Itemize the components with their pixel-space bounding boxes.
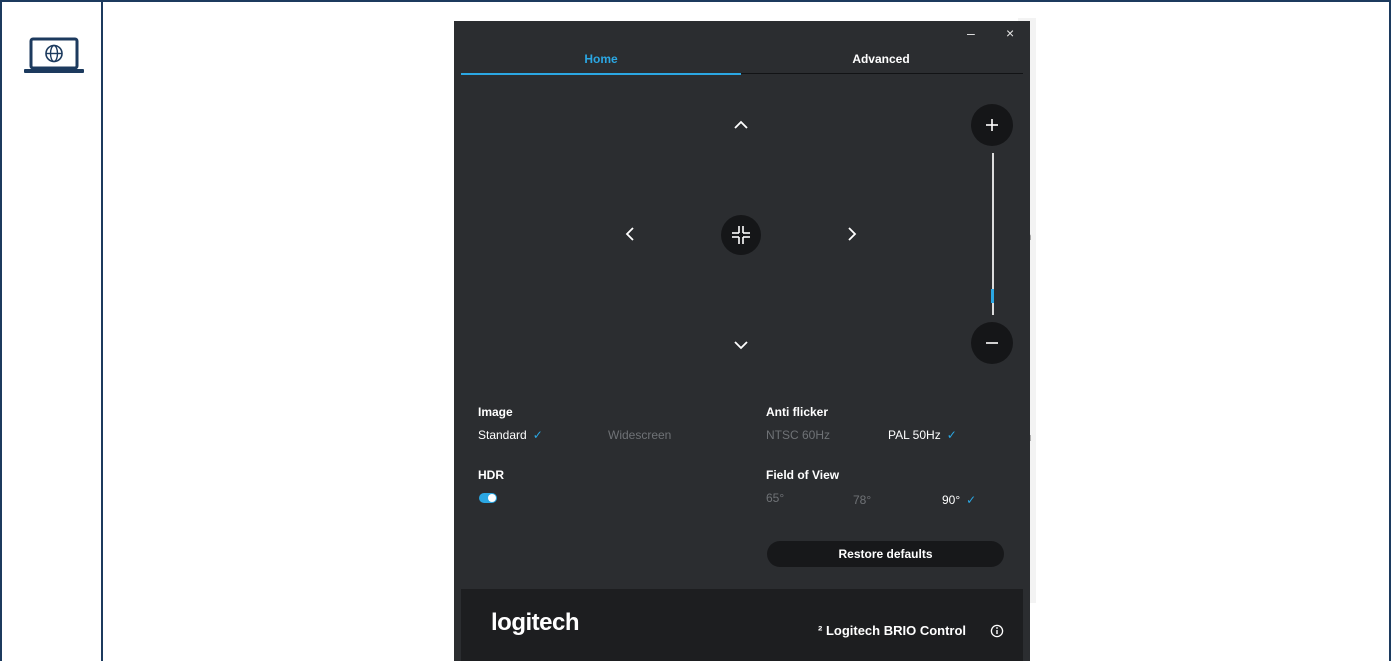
image-option-widescreen[interactable]: Widescreen xyxy=(608,428,671,442)
check-icon: ✓ xyxy=(532,428,543,442)
chevron-up-icon[interactable] xyxy=(728,111,754,137)
minimize-button[interactable]: – xyxy=(967,25,975,41)
info-icon[interactable] xyxy=(990,624,1004,638)
minus-icon xyxy=(986,342,998,344)
recenter-icon xyxy=(732,226,750,244)
check-icon: ✓ xyxy=(966,493,977,507)
zoom-out-button[interactable] xyxy=(971,322,1013,364)
left-column xyxy=(0,0,103,661)
image-option-standard[interactable]: Standard ✓ xyxy=(478,428,543,442)
image-title: Image xyxy=(478,405,513,419)
zoom-in-button[interactable] xyxy=(971,104,1013,146)
recenter-button[interactable] xyxy=(721,215,761,255)
toggle-knob xyxy=(488,494,496,502)
footer: logitech ² Logitech BRIO Control xyxy=(461,589,1023,661)
option-label: PAL 50Hz xyxy=(888,428,941,442)
tab-home[interactable]: Home xyxy=(461,52,741,66)
tab-advanced[interactable]: Advanced xyxy=(741,52,1021,66)
active-tab-indicator xyxy=(461,73,741,75)
option-label: 90° xyxy=(942,493,961,507)
logitech-logo: logitech xyxy=(491,609,580,636)
option-label: Standard xyxy=(478,428,527,442)
hdr-toggle[interactable] xyxy=(479,493,497,503)
product-name: ² Logitech BRIO Control xyxy=(818,623,967,638)
hdr-title: HDR xyxy=(478,468,504,482)
restore-defaults-button[interactable]: Restore defaults xyxy=(767,541,1004,567)
anti-flicker-option-pal[interactable]: PAL 50Hz ✓ xyxy=(888,428,957,442)
check-icon: ✓ xyxy=(946,428,957,442)
brio-control-window: – × Home Advanced Image Standard ✓ Wides… xyxy=(454,21,1030,661)
laptop-globe-icon xyxy=(24,37,84,73)
fov-option-65[interactable]: 65° xyxy=(766,491,784,505)
chevron-left-icon[interactable] xyxy=(617,221,643,247)
fov-option-90[interactable]: 90° ✓ xyxy=(942,493,976,507)
close-button[interactable]: × xyxy=(1006,25,1014,41)
anti-flicker-title: Anti flicker xyxy=(766,405,829,419)
anti-flicker-option-ntsc[interactable]: NTSC 60Hz xyxy=(766,428,830,442)
plus-icon xyxy=(986,119,998,131)
chevron-down-icon[interactable] xyxy=(728,332,754,358)
fov-option-78[interactable]: 78° xyxy=(853,493,871,507)
fov-title: Field of View xyxy=(766,468,840,482)
chevron-right-icon[interactable] xyxy=(839,221,865,247)
zoom-slider-handle[interactable] xyxy=(991,289,994,304)
tab-bar: Home Advanced xyxy=(461,47,1023,75)
